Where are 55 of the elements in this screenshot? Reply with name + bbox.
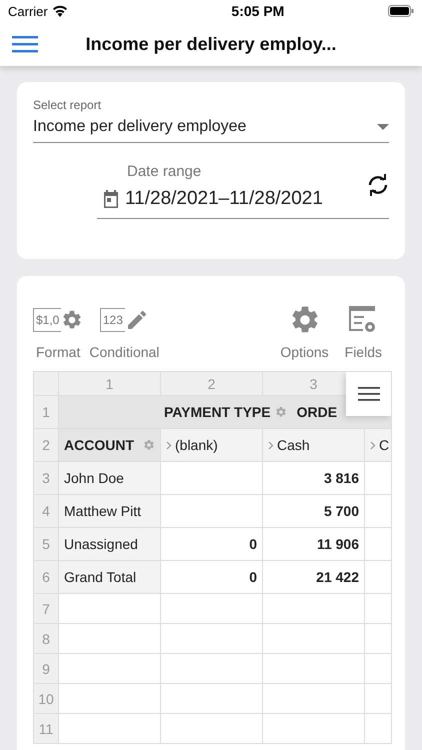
date-range-label: Date range bbox=[127, 163, 202, 180]
chevron-icon bbox=[166, 440, 172, 450]
table-cell: 3 816 bbox=[263, 462, 365, 495]
table-cell: 11 906 bbox=[263, 528, 365, 561]
wifi-icon bbox=[52, 5, 68, 17]
row-number: 11 bbox=[34, 714, 59, 744]
row-number: 5 bbox=[34, 528, 59, 561]
menu-icon bbox=[358, 386, 380, 402]
dropdown-caret-icon bbox=[377, 124, 389, 130]
row-number: 1 bbox=[34, 396, 59, 429]
column-member[interactable]: C bbox=[365, 429, 391, 462]
table-cell: 5 700 bbox=[263, 495, 365, 528]
conditional-button[interactable]: 123 Conditional bbox=[89, 304, 160, 360]
column-member[interactable]: (blank) bbox=[161, 429, 263, 462]
menu-icon[interactable] bbox=[12, 35, 38, 53]
table-cell: 21 422 bbox=[263, 561, 365, 594]
format-button[interactable]: $1,0 Format bbox=[33, 304, 84, 360]
row-number: 7 bbox=[34, 594, 59, 624]
row-number: 2 bbox=[34, 429, 59, 462]
row-number: 4 bbox=[34, 495, 59, 528]
row-number: 9 bbox=[34, 654, 59, 684]
chevron-icon bbox=[268, 440, 274, 450]
row-label: Unassigned bbox=[59, 528, 161, 561]
fields-button[interactable]: Fields bbox=[344, 304, 382, 360]
grid-menu-button[interactable] bbox=[346, 372, 391, 416]
table-cell: 0 bbox=[161, 528, 263, 561]
field-settings-icon bbox=[274, 406, 287, 418]
row-label: John Doe bbox=[59, 462, 161, 495]
field-settings-icon bbox=[143, 439, 155, 451]
chevron-icon bbox=[370, 440, 376, 450]
battery-icon bbox=[388, 5, 414, 17]
format-badge: $1,0 bbox=[33, 308, 62, 332]
gear-icon bbox=[61, 309, 84, 331]
field-header: ORDE bbox=[296, 404, 338, 420]
options-button[interactable]: Options bbox=[280, 304, 329, 360]
column-member[interactable]: Cash bbox=[263, 429, 365, 462]
calendar-icon bbox=[103, 190, 119, 208]
report-select[interactable]: Income per delivery employee bbox=[33, 112, 389, 143]
row-label: Matthew Pitt bbox=[59, 495, 161, 528]
number-badge: 123 bbox=[100, 308, 125, 332]
row-field-header: ACCOUNT bbox=[59, 429, 161, 462]
status-time: 5:05 PM bbox=[231, 3, 284, 19]
date-range-field[interactable]: 11/28/2021–11/28/2021 bbox=[125, 188, 323, 210]
field-header: PAYMENT TYPE bbox=[164, 404, 271, 420]
row-number: 10 bbox=[34, 684, 59, 714]
row-number: 6 bbox=[34, 561, 59, 594]
row-number: 3 bbox=[34, 462, 59, 495]
carrier-name: Carrier bbox=[8, 4, 48, 18]
column-number: 2 bbox=[161, 372, 263, 396]
column-number: 1 bbox=[59, 372, 161, 396]
table-cell: 0 bbox=[161, 561, 263, 594]
row-label: Grand Total bbox=[59, 561, 161, 594]
select-label: Select report bbox=[33, 98, 102, 112]
row-number: 8 bbox=[34, 624, 59, 654]
page-title: Income per delivery employ... bbox=[84, 34, 338, 54]
